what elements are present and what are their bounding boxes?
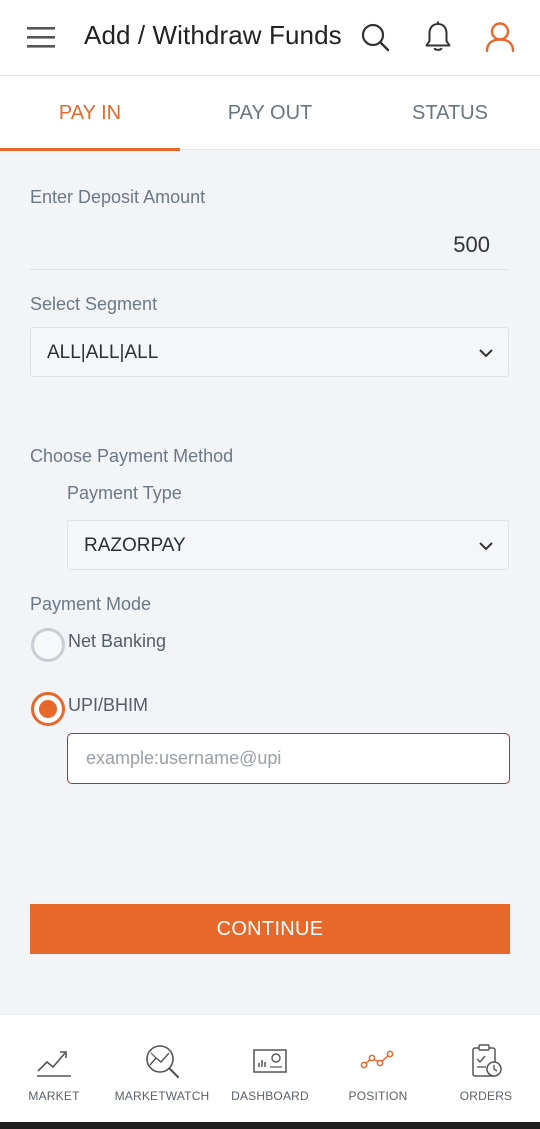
user-icon [485,22,515,53]
net-banking-radio[interactable] [31,628,65,662]
deposit-amount-input[interactable] [30,220,508,270]
bottom-navigation: MARKET MARKETWATCH DASHBOARD POSITION OR… [0,1014,540,1122]
search-button[interactable] [359,20,391,54]
app-bar: Add / Withdraw Funds [0,0,540,76]
tab-pay-out[interactable]: PAY OUT [180,76,360,150]
nav-label-dashboard: DASHBOARD [231,1089,309,1103]
segment-label: Select Segment [30,294,158,314]
bell-icon [425,21,451,51]
payment-mode-label: Payment Mode [30,594,152,614]
nav-label-orders: ORDERS [459,1089,513,1103]
upi-bhim-radio[interactable] [31,692,65,726]
nav-item-market[interactable]: MARKET [0,1015,108,1123]
radio-selected-dot [39,700,57,718]
segment-select[interactable]: ALL|ALL|ALL [30,327,509,377]
system-bar-edge [0,1122,540,1129]
orders-icon [472,1044,502,1077]
nav-label-marketwatch: MARKETWATCH [114,1089,210,1103]
tab-pay-in[interactable]: PAY IN [0,76,180,151]
payment-type-label: Payment Type [67,483,182,503]
nav-item-dashboard[interactable]: DASHBOARD [216,1015,324,1123]
chart-line-icon [37,1051,71,1077]
nav-item-position[interactable]: POSITION [324,1015,432,1123]
segment-selected-value: ALL|ALL|ALL [47,342,159,363]
dashboard-icon [253,1049,287,1073]
payment-method-label: Choose Payment Method [30,446,234,466]
page-title: Add / Withdraw Funds [84,20,342,50]
continue-button[interactable]: CONTINUE [30,904,510,954]
nav-label-market: MARKET [28,1089,80,1103]
notifications-button[interactable] [422,20,454,54]
search-icon [361,23,390,52]
menu-button[interactable] [26,24,58,52]
payment-type-select[interactable]: RAZORPAY [67,520,509,570]
profile-button[interactable] [484,20,516,54]
chevron-down-icon [479,542,493,551]
tab-bar: PAY IN PAY OUT STATUS [0,76,540,151]
upi-bhim-label[interactable]: UPI/BHIM [68,695,148,716]
payment-type-selected-value: RAZORPAY [84,535,186,556]
nav-item-marketwatch[interactable]: MARKETWATCH [108,1015,216,1123]
chevron-down-icon [479,349,493,358]
position-icon [360,1050,394,1069]
nav-item-orders[interactable]: ORDERS [432,1015,540,1123]
deposit-amount-label: Enter Deposit Amount [30,187,206,207]
nav-label-position: POSITION [348,1089,408,1103]
tab-status[interactable]: STATUS [360,76,540,150]
market-watch-icon [146,1045,180,1079]
hamburger-menu-icon [27,27,55,48]
upi-id-input[interactable] [67,733,510,784]
net-banking-label[interactable]: Net Banking [68,631,166,652]
